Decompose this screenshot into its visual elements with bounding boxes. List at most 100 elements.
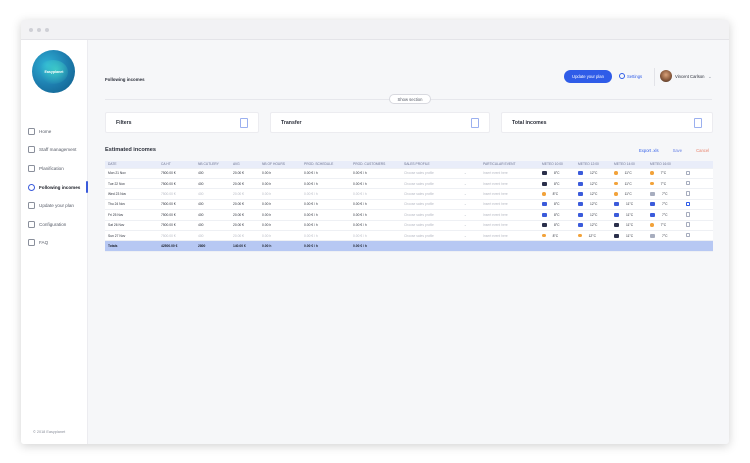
- lock-icon[interactable]: [686, 212, 690, 217]
- filter-icon: [240, 118, 248, 128]
- weather-rain-icon: [650, 202, 655, 207]
- avatar[interactable]: [660, 70, 672, 82]
- lock-cell: [683, 170, 698, 177]
- cell-date: Sun 27 Nov: [108, 233, 126, 238]
- staff-icon: [28, 146, 35, 154]
- column-header[interactable]: DATE: [105, 162, 158, 166]
- weather-sun-icon: [650, 181, 654, 186]
- column-header[interactable]: AVG: [230, 162, 259, 166]
- sales-profile-select[interactable]: Choose sales profile ⌄: [401, 182, 480, 186]
- cell-cut: 400: [198, 171, 204, 176]
- column-header[interactable]: NB OF HOURS: [259, 162, 301, 166]
- weather-rain-icon: [614, 212, 619, 217]
- settings-link[interactable]: Settings: [619, 73, 642, 79]
- sidebar-item-following-incomes[interactable]: Following incomes: [21, 178, 88, 197]
- lock-cell: [683, 232, 698, 239]
- filters-card[interactable]: Filters: [105, 112, 259, 133]
- lock-icon[interactable]: [686, 232, 690, 238]
- cell-cust: 0.00 € / h: [353, 192, 367, 197]
- show-section-button[interactable]: Show section: [389, 94, 431, 104]
- meteo-cell: 11°C: [611, 202, 647, 207]
- select-value: Choose sales profile: [404, 223, 434, 228]
- column-header[interactable]: CA HT: [158, 162, 195, 166]
- cell-hours: 0.00 h: [262, 171, 272, 176]
- home-icon: [28, 127, 35, 135]
- section-title: Estimated incomes: [105, 147, 156, 153]
- user-name[interactable]: Vincent Carlson: [675, 74, 704, 79]
- transfer-card[interactable]: Transfer: [270, 112, 490, 133]
- meteo-cell: 12°C: [575, 212, 611, 217]
- cell-ca: 7500.00 €: [161, 171, 176, 176]
- app-window: Easyplanet Home Staff management Planifica…: [21, 20, 729, 444]
- cell-ca: 7500.00 €: [161, 202, 176, 207]
- temperature: 8°C: [552, 192, 559, 197]
- meteo-cell: 11°C: [611, 192, 647, 196]
- update-plan-button[interactable]: Update your plan: [564, 70, 612, 83]
- card-title: Transfer: [281, 120, 302, 126]
- sales-profile-select[interactable]: Choose sales profile ⌄: [401, 202, 480, 206]
- event-input[interactable]: Insert event here: [480, 171, 539, 175]
- event-input[interactable]: Insert event here: [480, 202, 539, 206]
- meteo-cell: 7°C: [647, 192, 683, 197]
- lock-icon[interactable]: [686, 201, 690, 207]
- sales-profile-select[interactable]: Choose sales profile ⌄: [401, 234, 480, 238]
- total-sched: 0.00 € / h: [304, 244, 318, 249]
- logo[interactable]: Easyplanet: [32, 50, 75, 93]
- column-header[interactable]: PROD. CUSTOMERS: [350, 162, 401, 166]
- weather-sun-icon: [542, 233, 546, 238]
- sales-profile-select[interactable]: Choose sales profile ⌄: [401, 213, 480, 217]
- chevron-down-icon[interactable]: ⌄: [708, 74, 712, 80]
- sidebar: Easyplanet Home Staff management Planifica…: [21, 40, 88, 444]
- total-avg: 140.00 €: [233, 244, 246, 249]
- column-header[interactable]: METEO 12:00: [575, 162, 611, 166]
- event-input[interactable]: Insert event here: [480, 213, 539, 217]
- cell-date: Mon 21 Nov: [108, 171, 126, 176]
- sales-profile-select[interactable]: Choose sales profile ⌄: [401, 223, 480, 227]
- meteo-cell: 8°C: [539, 234, 575, 238]
- total-incomes-card[interactable]: Total incomes: [501, 112, 713, 133]
- temperature: 12°C: [590, 212, 598, 217]
- sidebar-item-label: Following incomes: [39, 184, 81, 190]
- weather-sun-icon: [614, 192, 618, 196]
- sidebar-item-staff-management[interactable]: Staff management: [21, 141, 88, 160]
- lock-icon[interactable]: [686, 222, 690, 227]
- sidebar-item-update-your-plan[interactable]: Update your plan: [21, 196, 88, 215]
- temperature: 11°C: [626, 202, 634, 207]
- select-value: Choose sales profile: [404, 233, 434, 238]
- meteo-cell: 12°C: [575, 192, 611, 197]
- divider: [654, 68, 655, 86]
- lock-icon[interactable]: [686, 191, 690, 196]
- event-input[interactable]: Insert event here: [480, 223, 539, 227]
- event-input[interactable]: Insert event here: [480, 234, 539, 238]
- cancel-button[interactable]: Cancel: [696, 148, 709, 153]
- cell-ca: 7500.00 €: [161, 192, 176, 197]
- sidebar-item-planification[interactable]: Planification: [21, 159, 88, 178]
- column-header[interactable]: NB CUTLERY: [195, 162, 230, 166]
- sales-profile-select[interactable]: Choose sales profile ⌄: [401, 171, 480, 175]
- lock-icon[interactable]: [686, 170, 690, 176]
- cell-cust: 0.00 € / h: [353, 181, 367, 186]
- meteo-cell: 12°C: [575, 234, 611, 238]
- save-button[interactable]: Save: [673, 148, 683, 153]
- sidebar-item-configuration[interactable]: Configuration: [21, 215, 88, 234]
- window-titlebar: [21, 20, 729, 40]
- column-header[interactable]: SALES PROFILE: [401, 162, 480, 166]
- sidebar-item-home[interactable]: Home: [21, 122, 88, 141]
- sidebar-item-faq[interactable]: FAQ: [21, 234, 88, 253]
- export-xls-button[interactable]: Export .xls: [639, 148, 659, 153]
- meteo-cell: 8°C: [539, 223, 575, 228]
- column-header[interactable]: METEO 16:00: [647, 162, 683, 166]
- event-input[interactable]: Insert event here: [480, 192, 539, 196]
- event-input[interactable]: Insert event here: [480, 182, 539, 186]
- weather-rain-icon: [578, 202, 583, 207]
- meteo-cell: 11°C: [611, 223, 647, 228]
- cell-cut: 400: [198, 181, 204, 186]
- column-header[interactable]: PROD. SCHEDULE: [301, 162, 350, 166]
- column-header[interactable]: METEO 10:00: [539, 162, 575, 166]
- column-header[interactable]: PARTICULAR EVENT: [480, 162, 539, 166]
- cell-hours: 0.00 h: [262, 212, 272, 217]
- settings-label: Settings: [627, 73, 643, 79]
- column-header[interactable]: METEO 14:00: [611, 162, 647, 166]
- lock-icon[interactable]: [686, 180, 690, 186]
- sales-profile-select[interactable]: Choose sales profile ⌄: [401, 192, 480, 196]
